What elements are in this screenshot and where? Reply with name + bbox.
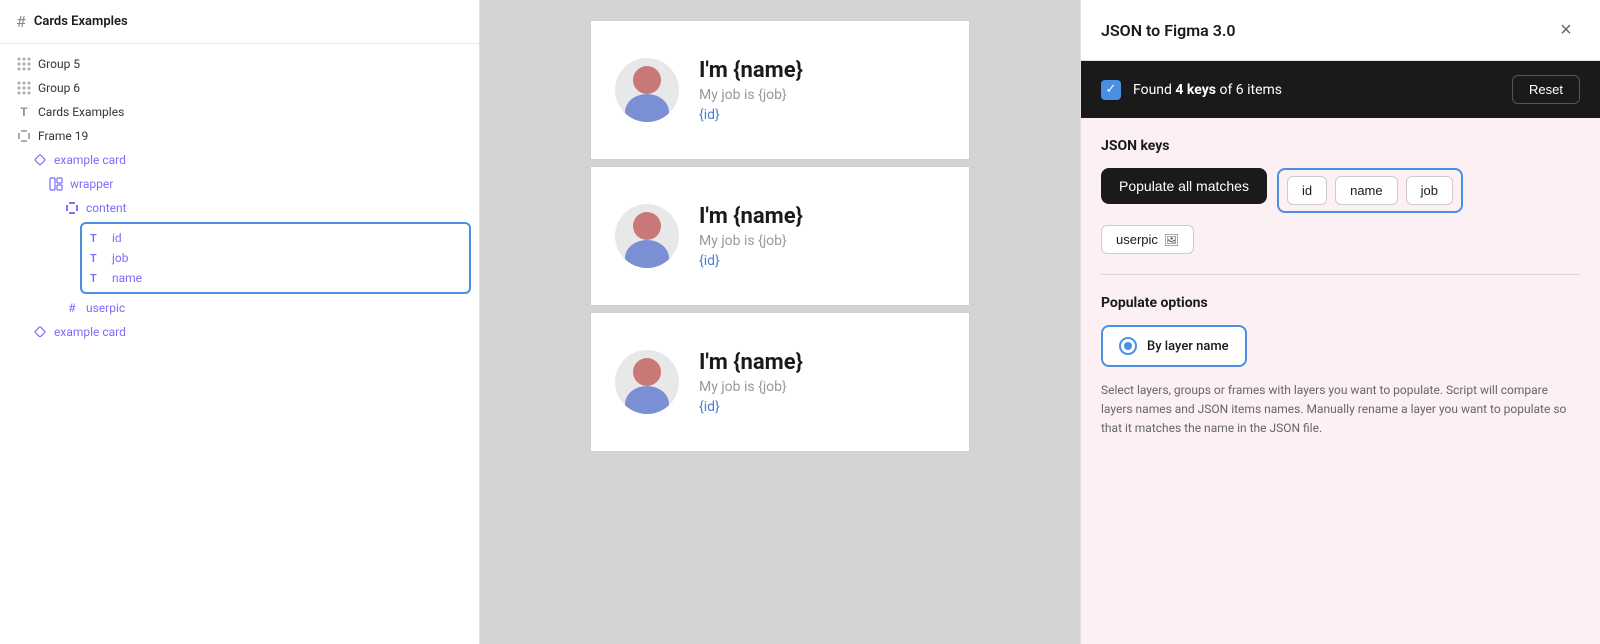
card-content-1: I'm {name} My job is {job} {id} [699,58,803,123]
card-id-3: {id} [699,399,803,415]
divider [1101,274,1580,275]
card-content-2: I'm {name} My job is {job} {id} [699,204,803,269]
json-keys-title: JSON keys [1101,138,1580,154]
found-bar-left: ✓ Found 4 keys of 6 items [1101,80,1282,100]
layer-item-job[interactable]: T job [90,248,461,268]
layers-list: Group 5 Group 6 T Cards Examples Frame 1… [0,44,479,644]
frame-icon [16,128,32,144]
reset-button[interactable]: Reset [1512,75,1580,104]
diamond-icon-1 [32,152,48,168]
found-text: Found 4 keys of 6 items [1133,82,1282,98]
populate-options-title: Populate options [1101,295,1580,311]
items-count: 6 items [1236,82,1282,98]
layer-label-frame19: Frame 19 [38,129,88,143]
panel-header: JSON to Figma 3.0 × [1081,0,1600,61]
right-panel: JSON to Figma 3.0 × ✓ Found 4 keys of 6 … [1080,0,1600,644]
by-layer-name-option[interactable]: By layer name [1101,325,1247,367]
keys-group: id name job [1277,168,1463,213]
layer-label-id: id [112,231,122,245]
card-id-1: {id} [699,107,803,123]
text-icon-name: T [90,272,106,285]
json-keys-row: Populate all matches id name job [1101,168,1580,213]
avatar-2 [615,204,679,268]
radio-circle [1119,337,1137,355]
layer-label-example-card-1: example card [54,153,126,167]
layout-icon [48,176,64,192]
layers-header-title: Cards Examples [34,14,128,29]
option-description: Select layers, groups or frames with lay… [1101,381,1580,439]
layer-item-cards-examples[interactable]: T Cards Examples [0,100,479,124]
image-icon: 🖼 [1164,233,1179,247]
layer-item-content[interactable]: content [0,196,479,220]
layer-item-id[interactable]: T id [90,228,461,248]
layer-label-job: job [112,251,128,265]
layer-item-name[interactable]: T name [90,268,461,288]
checkmark-icon: ✓ [1101,80,1121,100]
layer-label-wrapper: wrapper [70,177,113,191]
layer-label-userpic: userpic [86,301,125,315]
key-tag-userpic[interactable]: userpic 🖼 [1101,225,1194,254]
canvas-area: I'm {name} My job is {job} {id} I'm {nam… [480,0,1080,644]
avatar-3 [615,350,679,414]
layer-label-name: name [112,271,142,285]
layer-label-example-card-2: example card [54,325,126,339]
radio-dot [1124,342,1132,350]
layer-item-group6[interactable]: Group 6 [0,76,479,100]
hash-icon: # [16,12,26,31]
layer-label-cards-examples: Cards Examples [38,105,124,119]
layer-item-userpic[interactable]: # userpic [0,296,479,320]
layer-label-content: content [86,201,127,215]
card-3: I'm {name} My job is {job} {id} [590,312,970,452]
avatar-svg-2 [615,204,679,268]
dotted-grid-icon-2 [16,80,32,96]
dotted-grid-icon [16,56,32,72]
layer-item-group5[interactable]: Group 5 [0,52,479,76]
card-1: I'm {name} My job is {job} {id} [590,20,970,160]
found-bar: ✓ Found 4 keys of 6 items Reset [1081,61,1600,118]
frame-icon-content [64,200,80,216]
layer-item-frame19[interactable]: Frame 19 [0,124,479,148]
userpic-label: userpic [1116,232,1158,247]
by-layer-name-label: By layer name [1147,339,1229,354]
card-2: I'm {name} My job is {job} {id} [590,166,970,306]
card-job-2: My job is {job} [699,233,803,249]
key-tag-name[interactable]: name [1335,176,1398,205]
layers-header: # Cards Examples [0,0,479,44]
card-name-3: I'm {name} [699,350,803,375]
key-tag-id[interactable]: id [1287,176,1327,205]
card-job-3: My job is {job} [699,379,803,395]
layer-item-example-card-2[interactable]: example card [0,320,479,344]
close-button[interactable]: × [1552,16,1580,44]
text-icon-id: T [90,232,106,245]
card-content-3: I'm {name} My job is {job} {id} [699,350,803,415]
card-name-1: I'm {name} [699,58,803,83]
text-icon-job: T [90,252,106,265]
userpic-row: userpic 🖼 [1101,225,1580,254]
layer-label-group5: Group 5 [38,57,80,71]
layers-panel: # Cards Examples Group 5 Group 6 T Cards… [0,0,480,644]
card-name-2: I'm {name} [699,204,803,229]
avatar-svg-3 [615,350,679,414]
layer-label-group6: Group 6 [38,81,80,95]
panel-body: JSON keys Populate all matches id name j… [1081,118,1600,644]
hash-icon-userpic: # [64,300,80,316]
diamond-icon-2 [32,324,48,340]
key-tag-job[interactable]: job [1406,176,1453,205]
card-id-2: {id} [699,253,803,269]
avatar-svg-1 [615,58,679,122]
populate-all-matches-button[interactable]: Populate all matches [1101,168,1267,204]
keys-count: 4 keys [1175,82,1216,98]
selected-layers-group: T id T job T name [80,222,471,294]
layer-item-example-card-1[interactable]: example card [0,148,479,172]
card-job-1: My job is {job} [699,87,803,103]
panel-title: JSON to Figma 3.0 [1101,21,1236,40]
layer-item-wrapper[interactable]: wrapper [0,172,479,196]
text-icon: T [16,104,32,120]
avatar-1 [615,58,679,122]
